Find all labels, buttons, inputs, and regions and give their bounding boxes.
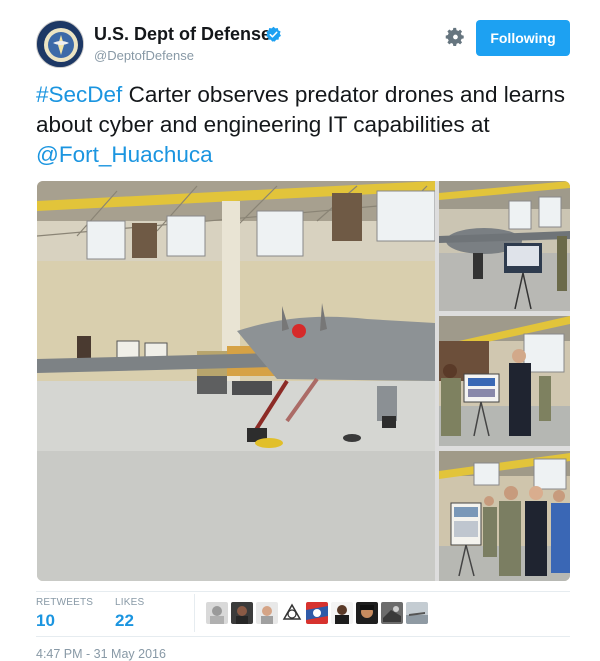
hangar-predator-drone-photo[interactable]: [37, 181, 435, 581]
liker-avatar[interactable]: [306, 602, 328, 624]
retweets-count: 10: [36, 611, 55, 630]
liker-avatars: [206, 602, 428, 624]
liker-avatar[interactable]: [406, 602, 428, 624]
liker-avatar[interactable]: [231, 602, 253, 624]
drone-in-hangar-photo[interactable]: [439, 181, 570, 311]
liker-avatar[interactable]: [356, 602, 378, 624]
following-button[interactable]: Following: [476, 20, 570, 56]
stats-divider-bottom: [36, 636, 570, 637]
retweets-label: RETWEETS: [36, 597, 94, 608]
media-grid: [37, 181, 570, 581]
tweet-text: #SecDef Carter observes predator drones …: [36, 80, 570, 170]
mention-link[interactable]: @Fort_Huachuca: [36, 142, 213, 167]
liker-avatar[interactable]: [381, 602, 403, 624]
hashtag-link[interactable]: #SecDef: [36, 82, 122, 107]
retweets-stat[interactable]: RETWEETS 10: [36, 597, 93, 631]
tweet-header: U.S. Dept of Defense @DeptofDefense Foll…: [36, 18, 570, 74]
briefing-poster-photo[interactable]: [439, 316, 570, 446]
account-display-name[interactable]: U.S. Dept of Defense: [94, 24, 271, 45]
group-briefing-photo[interactable]: [439, 451, 570, 581]
liker-avatar[interactable]: [206, 602, 228, 624]
likes-count: 22: [115, 611, 134, 630]
account-handle[interactable]: @DeptofDefense: [94, 48, 194, 63]
stats-divider-top: [36, 591, 570, 592]
dod-seal-icon: [38, 22, 83, 67]
gear-icon[interactable]: [444, 26, 466, 48]
tweet-timestamp[interactable]: 4:47 PM - 31 May 2016: [36, 647, 166, 661]
verified-badge-icon: [266, 26, 281, 42]
liker-avatar[interactable]: [281, 602, 303, 624]
likes-stat[interactable]: LIKES 22: [115, 597, 144, 631]
liker-avatar[interactable]: [256, 602, 278, 624]
likes-label: LIKES: [115, 597, 145, 608]
stats-separator: [194, 594, 195, 632]
account-avatar[interactable]: [36, 20, 84, 68]
liker-avatar[interactable]: [331, 602, 353, 624]
